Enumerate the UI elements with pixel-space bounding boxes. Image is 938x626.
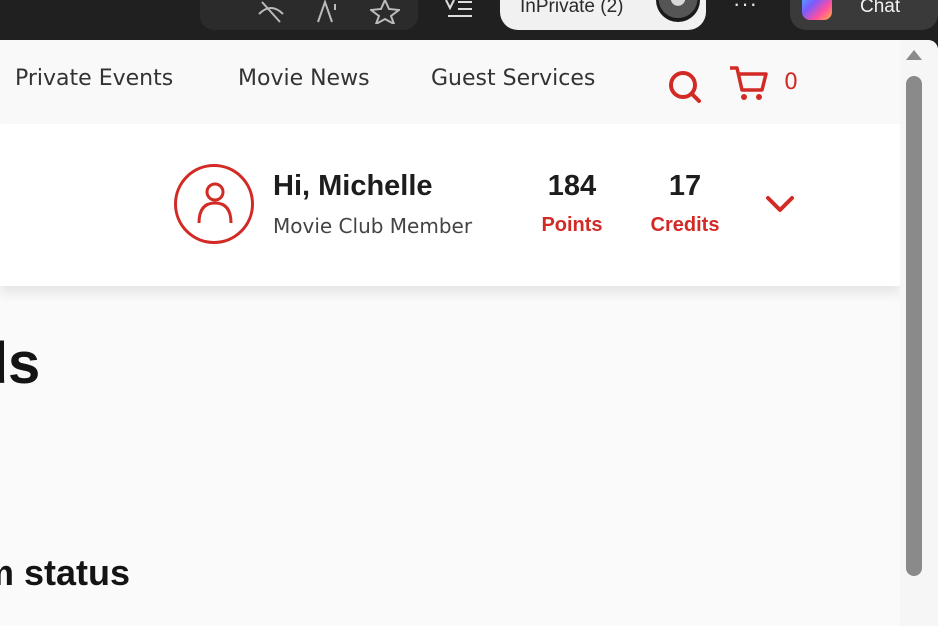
scroll-up-arrow[interactable]	[906, 50, 922, 60]
hide-icon[interactable]	[256, 0, 286, 24]
points-label[interactable]: Points	[536, 214, 608, 237]
read-aloud-icon[interactable]	[312, 0, 342, 24]
nav-link-private-events[interactable]: Private Events	[15, 66, 173, 91]
credits-value: 17	[668, 170, 702, 202]
page-viewport: Private Events Movie News Guest Services…	[0, 40, 938, 626]
top-navigation: Private Events Movie News Guest Services…	[0, 40, 900, 124]
copilot-icon	[802, 0, 832, 20]
chat-label: Chat	[860, 0, 901, 17]
profile-avatar-icon	[656, 0, 700, 22]
nav-link-movie-news[interactable]: Movie News	[238, 66, 370, 91]
more-options-button[interactable]: ···	[733, 0, 763, 15]
points-value: 184	[547, 170, 597, 202]
chat-button[interactable]: Chat	[790, 0, 938, 30]
address-bar-tail[interactable]	[200, 0, 418, 30]
browser-toolbar: InPrivate (2) ··· Chat	[0, 0, 938, 40]
inprivate-button[interactable]: InPrivate (2)	[500, 0, 706, 30]
page-heading: rds	[0, 331, 41, 396]
credits-label[interactable]: Credits	[640, 214, 730, 237]
inprivate-label: InPrivate (2)	[520, 0, 624, 17]
nav-link-guest-services[interactable]: Guest Services	[431, 66, 595, 91]
user-icon	[197, 182, 233, 224]
favorites-list-icon[interactable]	[444, 0, 474, 20]
member-tier: Movie Club Member	[273, 214, 473, 238]
cart-count[interactable]: 0	[784, 70, 798, 95]
favorite-star-icon[interactable]	[368, 0, 402, 27]
avatar[interactable]	[174, 164, 254, 244]
scrollbar-thumb[interactable]	[906, 76, 922, 576]
cart-icon[interactable]	[728, 64, 770, 102]
section-heading: num status	[0, 552, 131, 593]
chevron-down-icon[interactable]	[764, 192, 796, 216]
member-panel: Hi, Michelle Movie Club Member 184 Point…	[0, 124, 900, 286]
search-icon[interactable]	[666, 68, 702, 104]
member-greeting: Hi, Michelle	[273, 170, 433, 202]
